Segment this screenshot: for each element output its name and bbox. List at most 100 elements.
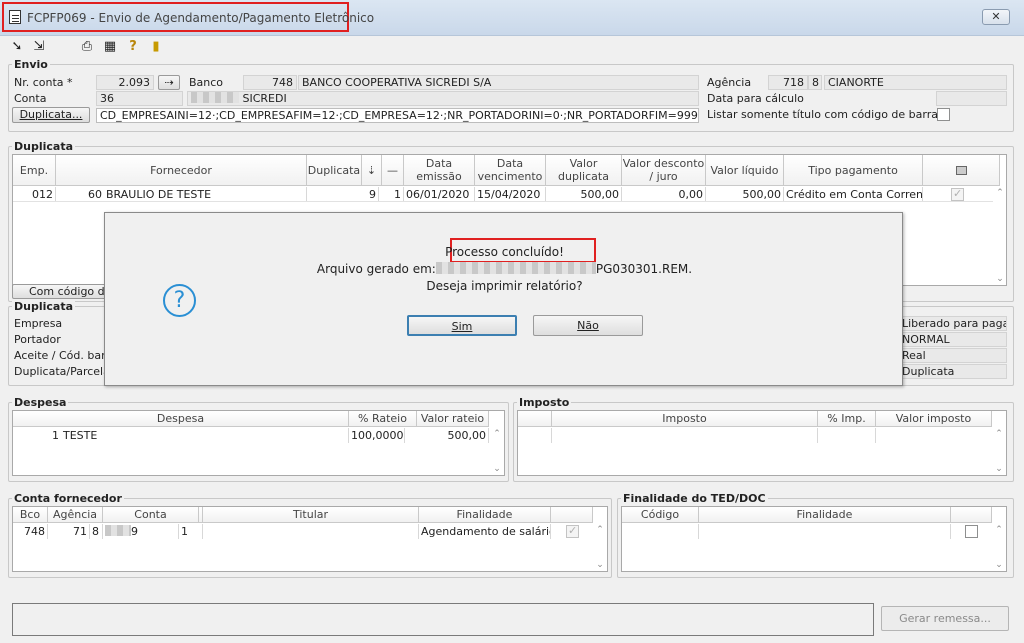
window-title: FCPFP069 - Envio de Agendamento/Pagament… xyxy=(27,11,375,25)
multi-arrow-icon[interactable]: ⇲ xyxy=(32,40,46,53)
header-rateio[interactable]: % Rateio xyxy=(349,411,417,427)
grid-icon[interactable]: ▦ xyxy=(103,40,117,53)
nr-conta-field[interactable]: 2.093 xyxy=(96,75,154,90)
cell-fornecedor-code: 60 xyxy=(88,188,102,201)
header-check[interactable] xyxy=(551,507,593,523)
gerar-remessa-button[interactable]: Gerar remessa... xyxy=(881,606,1009,631)
header-agencia[interactable]: Agência xyxy=(48,507,103,523)
scroll-down-icon[interactable]: ⌄ xyxy=(490,463,504,475)
conta-name-field: SICREDI xyxy=(187,91,699,106)
duplicata-scrollbar[interactable]: ⌃ ⌄ xyxy=(993,187,1006,285)
cell-valor-rateio: 500,00 xyxy=(405,428,489,443)
imposto-header: Imposto % Imp. Valor imposto xyxy=(518,411,992,427)
row-checkbox[interactable] xyxy=(965,525,978,538)
help-icon[interactable]: ? xyxy=(126,40,140,53)
codigo-barras-button[interactable]: Com código de xyxy=(12,284,112,299)
exit-door-icon[interactable]: ▮ xyxy=(149,40,163,53)
header-valor-imposto[interactable]: Valor imposto xyxy=(876,411,992,427)
cell-conta: 9 xyxy=(103,524,179,539)
finalidade-ted-scrollbar[interactable]: ⌃ ⌄ xyxy=(992,524,1006,571)
yes-button[interactable]: Sim xyxy=(407,315,517,336)
header-valor-duplicata[interactable]: Valor duplicata xyxy=(546,155,622,186)
header-bco[interactable]: Bco xyxy=(13,507,48,523)
data-calculo-field[interactable] xyxy=(936,91,1007,106)
scroll-up-icon[interactable]: ⌃ xyxy=(992,428,1006,440)
duplicata-button[interactable]: Duplicata... xyxy=(12,107,90,123)
header-valor-desconto[interactable]: Valor desconto / juro xyxy=(622,155,706,186)
portador-label: Portador xyxy=(14,333,61,346)
header-select-all[interactable] xyxy=(923,155,1000,186)
table-row[interactable] xyxy=(518,428,992,443)
data-calculo-label: Data para cálculo xyxy=(707,92,804,105)
scroll-down-icon[interactable]: ⌄ xyxy=(993,273,1006,285)
table-row[interactable]: 012 60 BRAULIO DE TESTE 9 1 06/01/2020 1… xyxy=(13,187,993,202)
documento-field: Duplicata xyxy=(898,364,1007,379)
cell-parcela: 1 xyxy=(379,187,404,201)
conta-label: Conta xyxy=(14,92,47,105)
cell-titular xyxy=(203,524,419,539)
scroll-down-icon[interactable]: ⌄ xyxy=(593,559,607,571)
header-imposto[interactable]: Imposto xyxy=(552,411,818,427)
conta-fornecedor-title: Conta fornecedor xyxy=(12,492,124,505)
header-finalidade-ted[interactable]: Finalidade xyxy=(699,507,951,523)
listar-label: Listar somente título com código de barr… xyxy=(707,108,944,121)
select-all-icon[interactable] xyxy=(955,165,967,175)
arrow-icon[interactable]: ➘ xyxy=(10,40,24,53)
conta-field: 36 xyxy=(96,91,183,106)
header-duplicata[interactable]: Duplicata xyxy=(307,155,362,186)
header-titular[interactable]: Titular xyxy=(203,507,419,523)
scroll-up-icon[interactable]: ⌃ xyxy=(490,428,504,440)
header-imposto-code[interactable] xyxy=(518,411,552,427)
duplicata-table-header: Emp. Fornecedor Duplicata ⇣ — Data emiss… xyxy=(13,155,1000,186)
despesa-scrollbar[interactable]: ⌃ ⌄ xyxy=(490,428,504,475)
header-data-vencimento[interactable]: Data vencimento xyxy=(475,155,546,186)
header-sort-icon[interactable]: ⇣ xyxy=(362,155,382,186)
table-row[interactable] xyxy=(622,524,992,539)
header-data-emissao[interactable]: Data emissão xyxy=(404,155,475,186)
row-checkbox[interactable] xyxy=(951,187,964,201)
agencia-digit-field: 8 xyxy=(808,75,822,90)
confirmation-dialog: Processo concluído! Arquivo gerado em: PG… xyxy=(104,212,903,386)
header-conta[interactable]: Conta xyxy=(103,507,199,523)
header-fornecedor[interactable]: Fornecedor xyxy=(56,155,307,186)
scroll-up-icon[interactable]: ⌃ xyxy=(992,524,1006,536)
conta-name-text: SICREDI xyxy=(242,92,287,105)
close-button[interactable]: ✕ xyxy=(982,9,1010,25)
table-row[interactable]: 748 71 8 9 1 Agendamento de salário xyxy=(13,524,593,539)
header-imp-percent[interactable]: % Imp. xyxy=(818,411,876,427)
header-valor-liquido[interactable]: Valor líquido xyxy=(706,155,784,186)
printer-icon[interactable]: ⎙ xyxy=(80,40,94,53)
header-tipo-pagamento[interactable]: Tipo pagamento xyxy=(784,155,923,186)
row-checkbox[interactable] xyxy=(566,524,579,538)
header-codigo[interactable]: Código xyxy=(622,507,699,523)
table-row[interactable]: 1 TESTE 100,000000 500,00 xyxy=(13,428,490,443)
scroll-down-icon[interactable]: ⌄ xyxy=(992,559,1006,571)
header-despesa[interactable]: Despesa xyxy=(13,411,349,427)
header-emp[interactable]: Emp. xyxy=(13,155,56,186)
scroll-up-icon[interactable]: ⌃ xyxy=(993,187,1006,199)
cell-tipo-pagamento: Crédito em Conta Corrente xyxy=(786,187,923,201)
conta-fornecedor-scrollbar[interactable]: ⌃ ⌄ xyxy=(593,524,607,571)
header-check[interactable] xyxy=(951,507,992,523)
header-valor-rateio[interactable]: Valor rateio xyxy=(417,411,489,427)
no-button[interactable]: Não xyxy=(533,315,643,336)
scroll-down-icon[interactable]: ⌄ xyxy=(992,463,1006,475)
nr-conta-lookup-button[interactable]: ⇢ xyxy=(158,75,180,90)
imposto-scrollbar[interactable]: ⌃ ⌄ xyxy=(992,428,1006,475)
scroll-up-icon[interactable]: ⌃ xyxy=(593,524,607,536)
cell-conta-number: 9 xyxy=(131,525,138,538)
agencia-code-field: 718 xyxy=(768,75,808,90)
conta-fornecedor-header: Bco Agência Conta Titular Finalidade xyxy=(13,507,593,523)
header-parcela[interactable]: — xyxy=(382,155,404,186)
file-prefix: Arquivo gerado em: xyxy=(316,262,436,276)
question-icon: ? xyxy=(163,284,196,317)
empresa-label: Empresa xyxy=(14,317,63,330)
duplicata-detail-title: Duplicata xyxy=(12,300,76,313)
imposto-title: Imposto xyxy=(517,396,572,409)
aceite-label: Aceite / Cód. barra xyxy=(14,349,104,362)
cell-valor-duplicata: 500,00 xyxy=(546,187,622,201)
cell-data-emissao: 06/01/2020 xyxy=(404,187,475,201)
filter-text-field[interactable]: CD_EMPRESAINI=12·;CD_EMPRESAFIM=12·;CD_E… xyxy=(96,108,699,123)
listar-checkbox[interactable] xyxy=(937,108,950,121)
header-finalidade[interactable]: Finalidade xyxy=(419,507,551,523)
